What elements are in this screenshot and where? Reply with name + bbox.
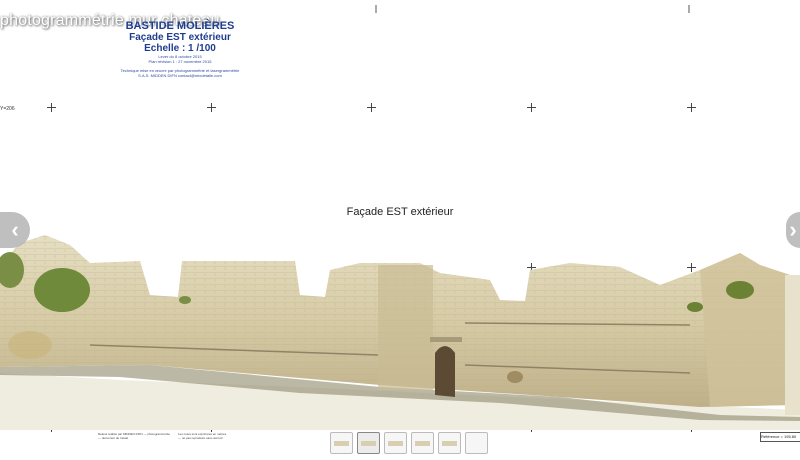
plan-company: S.A.S. MIDDEN DIFN contact@miodetalle.co…: [138, 73, 222, 78]
info-box-right: Les cotes sont exprimées en mètres — ne …: [178, 432, 227, 440]
thumbnail-3[interactable]: [384, 432, 407, 454]
right-tower: [700, 253, 790, 407]
edge-label-top: Y=206: [0, 106, 15, 112]
thumbnail-6[interactable]: [465, 432, 488, 454]
grid-cross: [527, 103, 536, 112]
buttress: [378, 265, 433, 390]
facade-heading: Façade EST extérieur: [346, 206, 454, 218]
plan-scale: Echelle : 1 /100: [144, 43, 216, 54]
thumbnail-5[interactable]: [438, 432, 461, 454]
damage-patch: [8, 331, 52, 359]
reference-box: Référence = 195.80: [760, 432, 800, 442]
info-box-left: Relevé réalisé par MIDDEN DIFN — photogr…: [98, 432, 171, 440]
grid-cross: [687, 103, 696, 112]
plan-subtitle: Façade EST extérieur: [129, 32, 231, 43]
thumbnail-4[interactable]: [411, 432, 434, 454]
plan-title: BASTIDE MOLIÈRES: [125, 20, 235, 32]
grid-cross: [207, 103, 216, 112]
facade-orthophoto: [0, 235, 800, 430]
thumbnail-strip: [330, 432, 488, 454]
top-tick-bar: [0, 0, 800, 13]
damage-patch: [507, 371, 523, 383]
vegetation: [179, 296, 191, 304]
vegetation: [687, 302, 703, 312]
thumbnail-1[interactable]: [330, 432, 353, 454]
vegetation: [726, 281, 754, 299]
chevron-right-icon: ›: [789, 217, 797, 242]
grid-cross: [47, 103, 56, 112]
next-arrow-button[interactable]: ›: [786, 212, 800, 248]
plan-title-block: BASTIDE MOLIÈRES Façade EST extérieur Ec…: [120, 20, 240, 78]
doorway: [435, 346, 455, 397]
thumbnail-2[interactable]: [357, 432, 380, 454]
vegetation: [34, 268, 90, 312]
door-lintel: [430, 337, 462, 342]
right-edge: [785, 275, 800, 415]
grid-cross: [367, 103, 376, 112]
chevron-left-icon: ‹: [11, 217, 19, 242]
